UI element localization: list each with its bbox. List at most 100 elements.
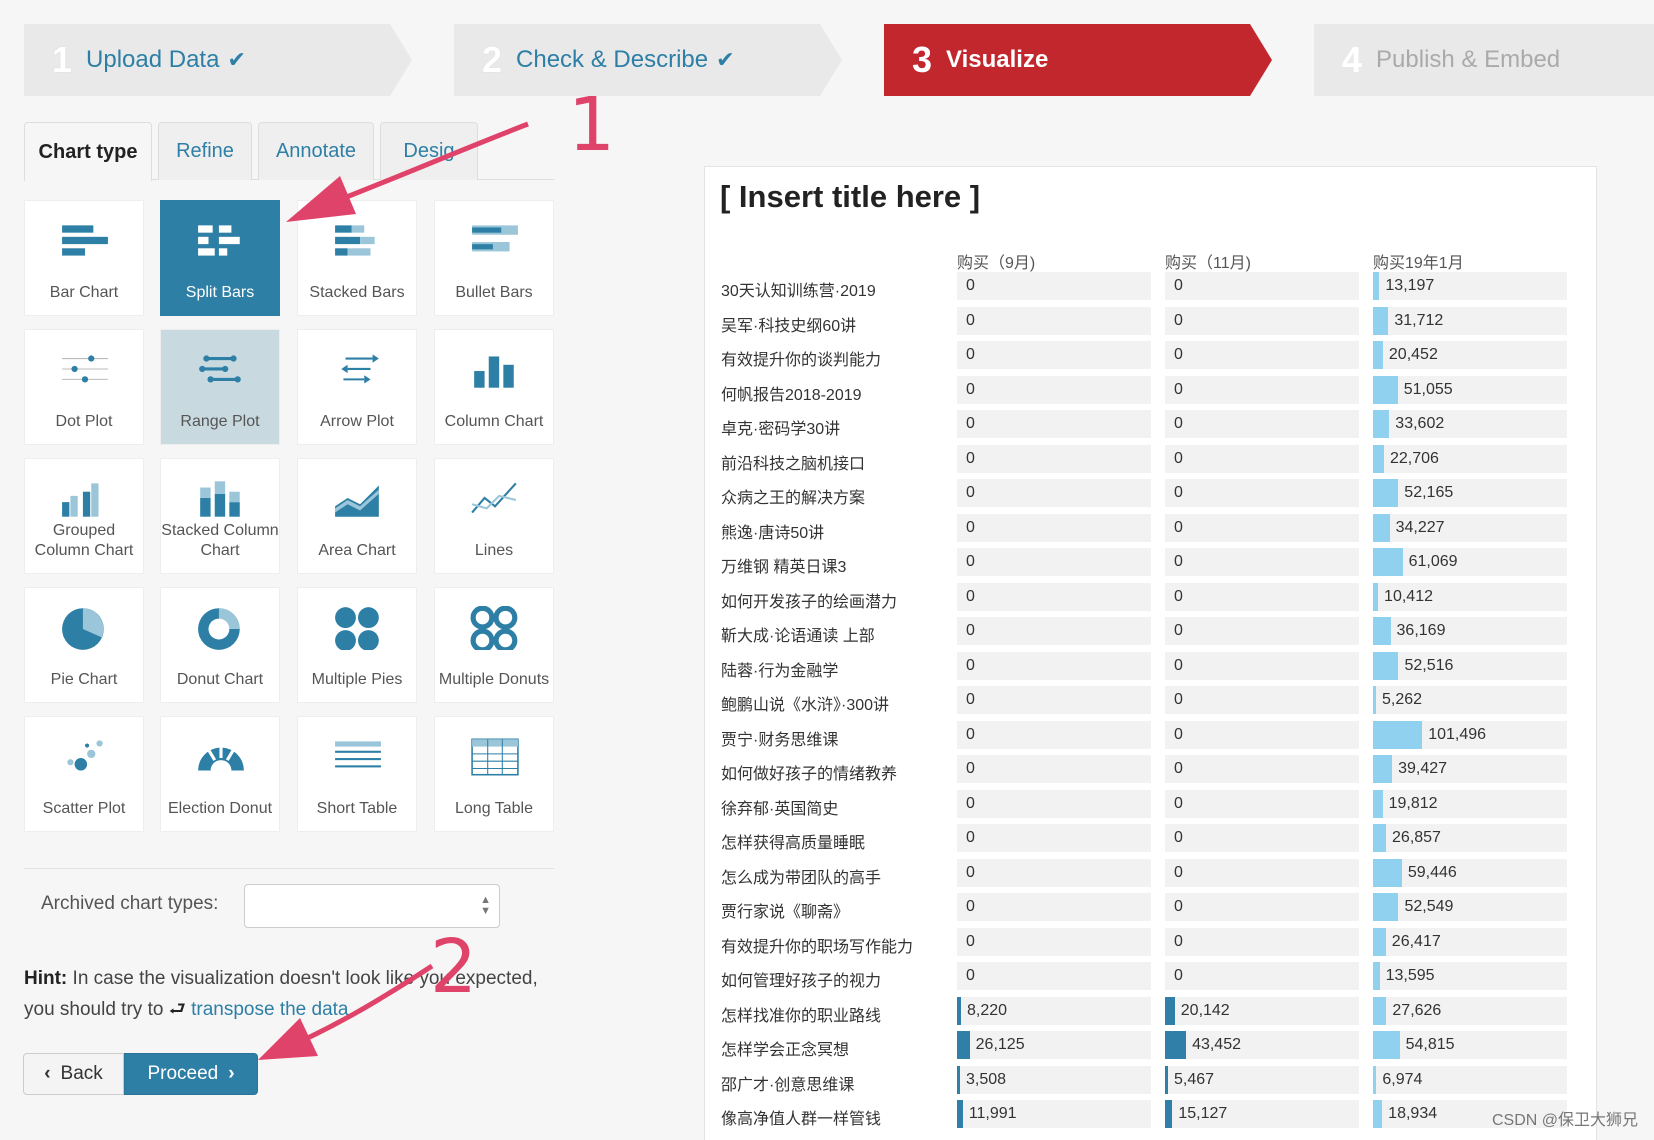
election-donut-icon [198,745,244,771]
proceed-button[interactable]: Proceed › [124,1053,258,1095]
chart-type-pie-chart[interactable]: Pie Chart [24,587,144,703]
bar [1373,444,1384,473]
row-label: 万维钢 精英日课3 [721,559,847,576]
bar [1373,375,1398,404]
bar-value-label: 0 [1174,484,1183,501]
chart-type-stacked-column-chart[interactable]: Stacked Column Chart [160,458,280,574]
row-label: 如何开发孩子的绘画潜力 [721,593,898,611]
bar-track: 20,142 [1165,996,1359,1025]
multiple-donuts-icon [470,606,518,650]
bar-value-label: 0 [966,518,975,536]
bar [1373,341,1383,369]
tab-chart-type[interactable]: Chart type [24,122,152,181]
tab-refine[interactable]: Refine [158,122,252,180]
bar-track: 0 [1165,548,1359,576]
range-plot-icon [199,355,241,383]
bar-value-label: 0 [966,587,975,605]
bar-value-label: 0 [1174,760,1183,777]
bar [1373,789,1383,818]
archived-chart-types-select[interactable]: ▲ ▼ [244,884,500,928]
dot-plot-icon [62,355,108,383]
bar-value-label: 8,220 [966,1001,1008,1019]
bar-value-label: 0 [966,829,975,846]
short-table-icon [335,741,381,768]
bar-track: 26,125 [957,1031,1151,1059]
bar-value-label: 0 [966,346,975,363]
chart-type-scatter-plot[interactable]: Scatter Plot [24,716,144,832]
donut-chart-icon [198,608,240,650]
row-label: 熊逸·唐诗50讲 [721,524,825,542]
column-header: 购买19年1月 [1373,255,1464,272]
row-label: 贾行家说《聊斋》 [721,904,850,921]
bar-value-label: 101,496 [1428,725,1487,743]
tab-design[interactable]: Desig [380,122,478,180]
bar-track: 0 [1165,651,1359,680]
chart-type-bar-chart[interactable]: Bar Chart [24,200,144,316]
chart-type-short-table[interactable]: Short Table [297,716,417,832]
bar-value-label: 36,169 [1396,622,1446,639]
bar-track: 6,974 [1373,1065,1567,1094]
step-2[interactable]: 2 Check & Describe ✔ [454,24,842,96]
row-label: 邵广才·创意思维课 [721,1076,855,1094]
step-number: 4 [1342,39,1363,80]
chart-type-dot-plot[interactable]: Dot Plot [24,329,144,445]
watermark: CSDN @保卫大狮兄 [1491,1112,1638,1129]
bar-value-label: 0 [1174,380,1183,398]
chart-type-multiple-pies[interactable]: Multiple Pies [297,587,417,703]
hint-label: Hint: [24,968,68,989]
step-1[interactable]: 1 Upload Data ✔ [24,24,412,96]
chart-type-area-chart[interactable]: Area Chart [297,458,417,574]
chart-type-multiple-donuts[interactable]: Multiple Donuts [434,587,554,703]
bar-track: 5,262 [1373,686,1567,714]
bar-track: 0 [957,341,1151,369]
bar-track: 0 [1165,858,1359,887]
bar-value-label: 0 [1174,346,1183,363]
chart-type-label: Column Chart [444,413,544,430]
step-3[interactable]: 3 Visualize [884,24,1272,96]
chart-title[interactable]: [ Insert title here ] [720,179,980,215]
chart-type-column-chart[interactable]: Column Chart [434,329,554,445]
back-button[interactable]: ‹ Back [23,1053,124,1095]
area-chart-icon [335,485,379,517]
bar [957,996,961,1025]
chart-type-donut-chart[interactable]: Donut Chart [160,587,280,703]
check-icon: ✔ [716,47,735,72]
bar-track: 0 [957,962,1151,990]
bar-value-label: 0 [966,863,975,881]
chart-type-label: Stacked Column Chart [161,522,279,559]
chart-type-label: Multiple Donuts [438,671,550,688]
step-4[interactable]: 4 Publish & Embed [1314,24,1654,96]
bar-track: 0 [1165,582,1359,611]
bar-track: 0 [1165,444,1359,473]
chevron-right-icon: › [228,1063,235,1084]
bar [1373,617,1391,645]
proceed-label: Proceed [147,1063,219,1084]
chart-type-election-donut[interactable]: Election Donut [160,716,280,832]
bar-track: 20,452 [1373,341,1567,369]
lines-icon [471,482,517,514]
bar-value-label: 27,626 [1392,1001,1442,1019]
bar [1165,996,1175,1025]
chart-type-label: Short Table [316,800,398,817]
bar-track: 0 [1165,893,1359,921]
chart-type-label: Grouped Column Chart [34,522,134,559]
chart-type-split-bars[interactable]: Split Bars [160,200,280,316]
bar-value-label: 0 [1174,622,1183,639]
bar [1373,272,1380,300]
row-label: 鲍鹏山说《水浒》·300讲 [721,697,890,714]
bar-track: 0 [1165,375,1359,404]
chart-type-arrow-plot[interactable]: Arrow Plot [297,329,417,445]
chart-type-stacked-bars[interactable]: Stacked Bars [297,200,417,316]
bar-track: 51,055 [1373,375,1567,404]
bar-track: 0 [1165,479,1359,507]
chart-type-grouped-column-chart[interactable]: Grouped Column Chart [24,458,144,574]
chart-type-bullet-bars[interactable]: Bullet Bars [434,200,554,316]
chart-type-long-table[interactable]: Long Table [434,716,554,832]
bar-value-label: 0 [966,449,975,467]
tab-annotate[interactable]: Annotate [258,122,374,180]
transpose-link[interactable]: transpose the data [191,999,348,1020]
chart-type-lines[interactable]: Lines [434,458,554,574]
bar-track: 39,427 [1373,755,1567,783]
chart-type-range-plot[interactable]: Range Plot [160,329,280,445]
bar [1373,858,1402,887]
